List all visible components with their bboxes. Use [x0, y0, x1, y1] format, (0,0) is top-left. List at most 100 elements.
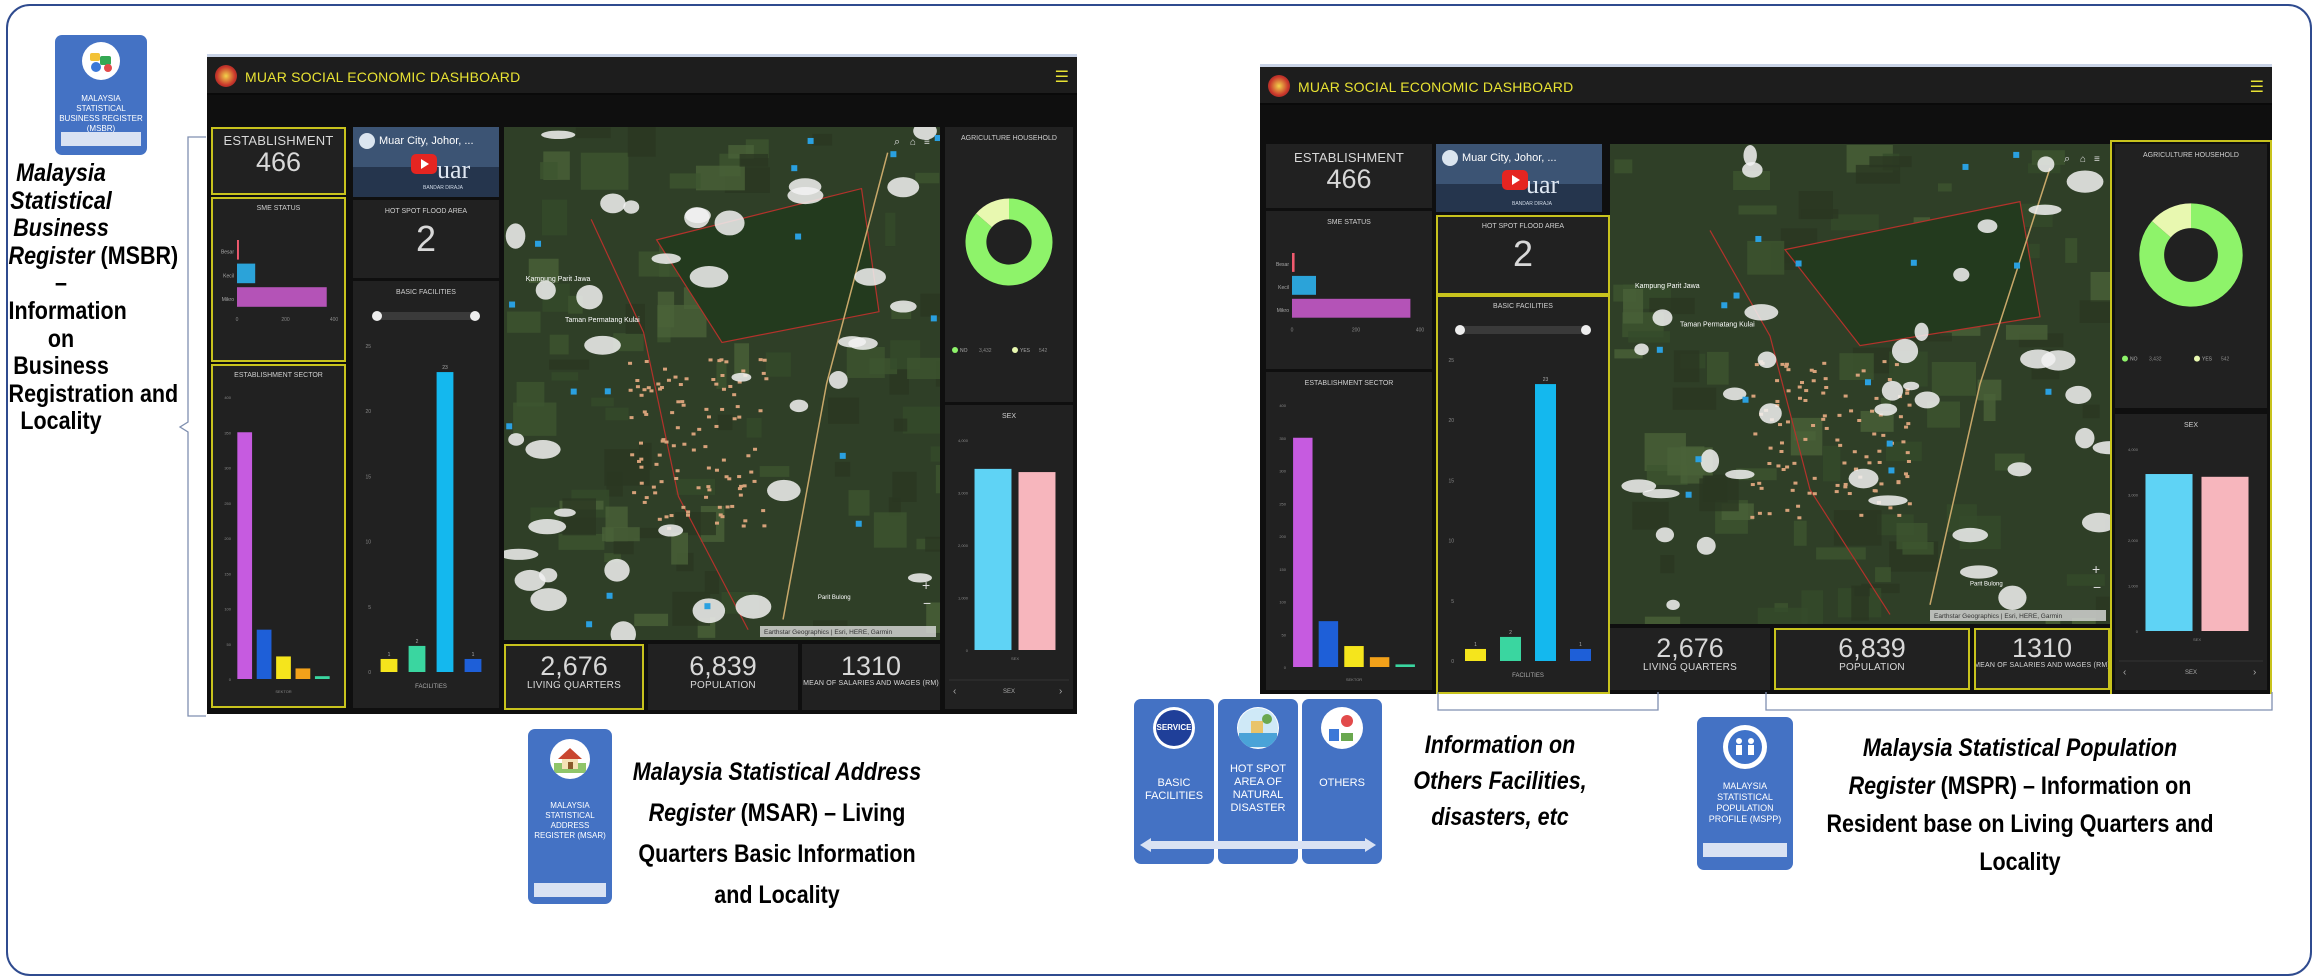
video-thumbnail[interactable]: Muar City, Johor, ... uar BANDAR DIRAJA	[353, 127, 499, 197]
map-marker-icon	[509, 301, 516, 308]
map-building	[1767, 512, 1772, 516]
map-building	[1872, 489, 1877, 493]
map-field-patch	[549, 334, 569, 355]
map-marker-icon	[1888, 467, 1895, 474]
map-building	[735, 405, 740, 409]
video-overlay-text: uar	[1526, 170, 1560, 199]
caption-line: – Information	[8, 269, 127, 325]
facilities-tick-label: 15	[365, 474, 371, 480]
living-quarters-card[interactable]: 2,676 LIVING QUARTERS	[1610, 628, 1770, 690]
map-building	[1835, 438, 1840, 442]
map-building	[1754, 363, 1759, 367]
map-marker-icon	[604, 388, 611, 395]
map-marker-icon	[1755, 235, 1762, 242]
map-marker-icon	[807, 137, 814, 144]
map-cloud	[1868, 495, 1908, 506]
dashboard-header: MUAR SOCIAL ECONOMIC DASHBOARD ☰	[1260, 67, 2272, 105]
map-building	[1864, 455, 1869, 459]
map-field-patch	[1614, 159, 1633, 174]
population-card[interactable]: 6,839 POPULATION	[648, 644, 798, 710]
map-marker-icon	[1733, 292, 1740, 299]
map-cloud	[1914, 391, 1940, 409]
map-building	[669, 514, 674, 518]
map-building	[674, 476, 679, 480]
map-building	[1821, 391, 1826, 395]
map-building	[664, 440, 669, 444]
youtube-play-icon[interactable]	[1502, 170, 1528, 190]
map-building	[714, 468, 719, 472]
map-cloud	[600, 193, 626, 214]
sme-tick-label: 400	[330, 317, 339, 323]
sme-tick-label: 0	[1291, 327, 1294, 333]
map-cloud	[1881, 380, 1903, 401]
map-cloud	[887, 177, 920, 198]
hamburger-icon[interactable]: ☰	[2250, 77, 2264, 97]
caption-line: Locality	[20, 407, 102, 436]
sme-status-card[interactable]: SME STATUS Besar Kecil Mikro 0 200 400	[211, 197, 346, 362]
map-field-patch	[1644, 616, 1681, 624]
salary-card[interactable]: 1310 MEAN OF SALARIES AND WAGES (RM)	[1974, 628, 2110, 690]
video-thumbnail[interactable]: Muar City, Johor, ... uar BANDAR DIRAJA	[1436, 144, 1602, 212]
map-field-patch	[704, 571, 720, 594]
satellite-map[interactable]: Kampung Parit Jawa Taman Permatang Kulai P…	[1610, 144, 2110, 624]
sector-tick-label: 350	[1279, 436, 1286, 441]
map-cloud	[689, 266, 729, 288]
map-marker-icon	[930, 315, 937, 322]
establishment-sector-card[interactable]: ESTABLISHMENT SECTOR 0 50 100 150 200 250 300 3…	[1266, 372, 1432, 690]
map-building	[1855, 373, 1860, 377]
map-building	[1804, 389, 1809, 393]
map-building	[717, 505, 722, 509]
sex-card[interactable]: SEX 0 1,000 2,000 3,000 4,000 SEX ‹ › SEX	[945, 405, 1073, 709]
map-building	[696, 486, 701, 490]
satellite-map[interactable]: Kampung Parit Jawa Taman Permatang Kulai P…	[504, 127, 940, 640]
map-building	[714, 382, 719, 386]
map-field-patch	[1623, 288, 1644, 324]
basic-facilities-card[interactable]: BASIC FACILITIES 0 5 10 15 20 25 1 2 23 1 FACILITI…	[353, 281, 499, 708]
hot-spot-card[interactable]: HOT SPOT FLOOD AREA 2	[1436, 215, 1610, 295]
living-quarters-card[interactable]: 2,676 LIVING QUARTERS	[504, 644, 644, 710]
caption-line: Statistical	[10, 186, 112, 215]
map-building	[653, 491, 658, 495]
map-cloud	[2075, 427, 2095, 449]
youtube-play-icon[interactable]	[411, 154, 437, 174]
map-cloud	[767, 479, 801, 502]
map-building	[1821, 417, 1826, 421]
map-field-patch	[671, 532, 688, 565]
map-building	[639, 481, 644, 485]
map-building	[704, 407, 709, 411]
map-building	[1775, 399, 1780, 403]
hot-spot-card[interactable]: HOT SPOT FLOOD AREA 2	[353, 200, 499, 278]
agriculture-household-card[interactable]: AGRICULTURE HOUSEHOLD NO 3,432 YES 542	[945, 127, 1073, 402]
map-field-patch	[846, 346, 885, 378]
map-building	[1775, 379, 1780, 383]
sme-category-label: Mikro	[222, 297, 234, 303]
map-building	[1882, 360, 1887, 364]
map-marker-icon	[839, 452, 846, 459]
video-overlay-text: uar	[437, 155, 471, 184]
establishment-sector-card[interactable]: ESTABLISHMENT SECTOR 0 50 100 150 200 250 300 3…	[211, 364, 346, 708]
map-cloud	[789, 399, 809, 413]
map-cloud	[554, 508, 576, 517]
caption-line: Quarters Basic Information	[638, 840, 916, 868]
map-cloud	[1959, 565, 1998, 579]
hamburger-icon[interactable]: ☰	[1055, 67, 1069, 87]
facilities-bar	[1535, 384, 1556, 661]
map-building	[1874, 396, 1879, 400]
establishment-label: ESTABLISHMENT	[223, 133, 334, 148]
map-building	[761, 371, 766, 375]
map-cloud	[692, 598, 726, 624]
establishment-card[interactable]: ESTABLISHMENT 466	[1266, 144, 1432, 208]
basic-facilities-card[interactable]: BASIC FACILITIES 0 5 10 15 20 25 1 2 23 1 FACILITI…	[1436, 295, 1610, 694]
map-field-patch	[558, 533, 605, 550]
sector-tick-label: 0	[1284, 665, 1287, 670]
dashboard-header: MUAR SOCIAL ECONOMIC DASHBOARD ☰	[207, 57, 1077, 95]
facilities-tick-label: 20	[1448, 418, 1454, 424]
msbr-icon	[82, 42, 120, 80]
map-field-patch	[1793, 520, 1807, 546]
sme-status-card[interactable]: SME STATUS Besar Kecil Mikro 0 200 400	[1266, 211, 1432, 369]
establishment-card[interactable]: ESTABLISHMENT 466	[211, 127, 346, 195]
crest-logo	[215, 65, 237, 87]
salary-card[interactable]: 1310 MEAN OF SALARIES AND WAGES (RM)	[802, 644, 940, 710]
map-field-patch	[695, 165, 745, 191]
population-card[interactable]: 6,839 POPULATION	[1774, 628, 1970, 690]
